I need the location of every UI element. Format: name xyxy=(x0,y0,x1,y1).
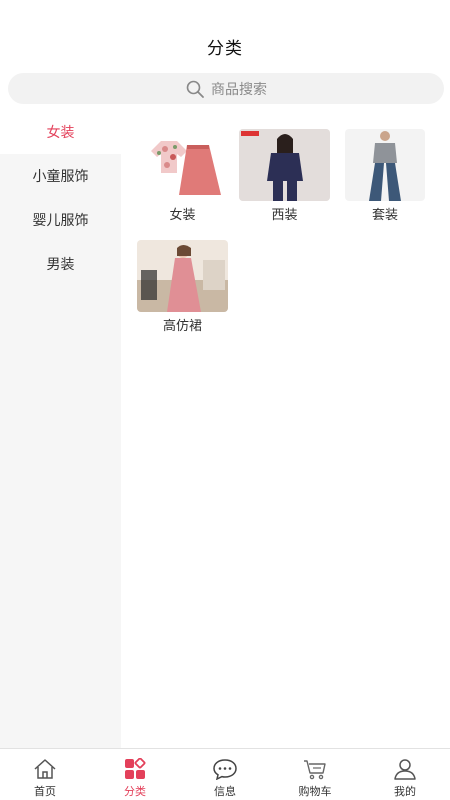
subcategory-item-suits[interactable]: 西装 xyxy=(239,129,330,223)
subcategory-item-sets[interactable]: 套装 xyxy=(345,129,425,223)
subcategory-item-womens[interactable]: 女装 xyxy=(137,129,228,223)
tab-profile[interactable]: 我的 xyxy=(360,749,450,800)
sidebar-item-kids[interactable]: 小童服饰 xyxy=(0,154,121,198)
sidebar-item-label: 女装 xyxy=(46,125,75,141)
tab-label: 我的 xyxy=(394,785,416,798)
sidebar-item-baby[interactable]: 婴儿服饰 xyxy=(0,198,121,242)
sidebar-item-womens[interactable]: 女装 xyxy=(0,110,121,154)
bottom-tab-bar: 首页 分类 信息 购物车 我的 xyxy=(0,748,450,800)
tab-label: 购物车 xyxy=(298,785,332,798)
cart-icon xyxy=(304,760,326,780)
header: 分类 xyxy=(0,0,450,70)
tab-cart[interactable]: 购物车 xyxy=(270,749,360,800)
product-image xyxy=(137,129,228,201)
sidebar-item-label: 男装 xyxy=(46,257,75,273)
tab-label: 分类 xyxy=(124,785,146,798)
search-placeholder: 商品搜索 xyxy=(211,81,267,98)
user-icon xyxy=(394,759,416,780)
tab-messages[interactable]: 信息 xyxy=(180,749,270,800)
product-label: 西装 xyxy=(271,208,298,223)
product-label: 高仿裙 xyxy=(162,319,202,334)
category-icon xyxy=(125,758,146,779)
product-image xyxy=(345,129,425,201)
product-image xyxy=(239,129,330,201)
sidebar-item-label: 小童服饰 xyxy=(32,169,89,185)
product-image xyxy=(137,240,228,312)
tab-category[interactable]: 分类 xyxy=(90,749,180,800)
category-sidebar: 女装 小童服饰 婴儿服饰 男装 xyxy=(0,110,121,748)
tab-label: 信息 xyxy=(214,785,236,798)
tab-label: 首页 xyxy=(34,785,56,798)
subcategory-panel: 女装 西装 套装 高仿裙 xyxy=(121,110,450,748)
sidebar-item-label: 婴儿服饰 xyxy=(32,213,89,229)
message-icon xyxy=(213,759,237,780)
search-bar[interactable]: 商品搜索 xyxy=(8,73,444,104)
search-icon xyxy=(186,80,204,98)
home-icon xyxy=(34,759,56,779)
product-label: 女装 xyxy=(169,208,196,223)
tab-home[interactable]: 首页 xyxy=(0,749,90,800)
sidebar-item-mens[interactable]: 男装 xyxy=(0,242,121,286)
product-label: 套装 xyxy=(371,208,398,223)
page-title: 分类 xyxy=(207,39,243,59)
subcategory-item-dress[interactable]: 高仿裙 xyxy=(137,240,228,334)
